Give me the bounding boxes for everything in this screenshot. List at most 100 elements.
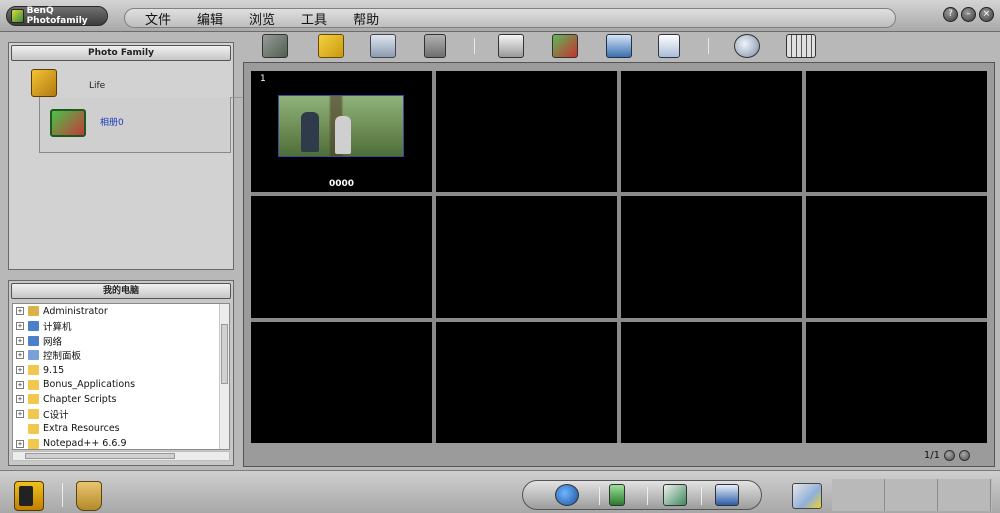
search-magnifier-icon[interactable] [734, 34, 760, 58]
folder-icon [28, 365, 39, 376]
menu-help[interactable]: 帮助 [353, 9, 379, 28]
scrollbar-thumb[interactable] [221, 324, 228, 384]
vertical-scrollbar[interactable] [219, 304, 229, 449]
film-roll-icon[interactable] [14, 481, 44, 511]
expand-icon[interactable]: + [16, 307, 24, 316]
preview-eye-icon[interactable] [606, 34, 632, 58]
album-label: 相册0 [100, 118, 124, 128]
photo-cell[interactable] [806, 196, 987, 318]
tree-item-label: Bonus_Applications [43, 379, 136, 391]
cell-index: 1 [260, 74, 266, 84]
window-controls: ? – × [943, 7, 994, 22]
photo-cell[interactable] [621, 71, 802, 193]
divider [599, 487, 600, 505]
app-title: BenQ Photofamily [26, 6, 88, 26]
photo-cell[interactable] [251, 321, 432, 443]
page-indicator: 1/1 [923, 450, 940, 461]
printer-icon[interactable] [498, 34, 524, 58]
tree-item-label: C设计 [43, 410, 69, 422]
folder-icon [28, 379, 39, 390]
tree-item-label: Notepad++ 6.6.9 [43, 438, 127, 450]
expand-icon [16, 425, 24, 433]
photo-cell[interactable] [806, 71, 987, 193]
folder-icon [28, 423, 39, 434]
calendar-icon[interactable] [715, 484, 739, 506]
menu-browse[interactable]: 浏览 [249, 9, 275, 28]
app-logo: BenQ Photofamily [6, 6, 108, 26]
photo-browser: 1 0000 1/1 [243, 62, 995, 467]
tree-item[interactable]: + Bonus_Applications [13, 377, 229, 392]
tree-item[interactable]: + Chapter Scripts [13, 392, 229, 407]
prev-page-button[interactable] [944, 450, 955, 461]
bottom-panel [832, 479, 992, 511]
photo-cell[interactable] [251, 196, 432, 318]
tree-item-label: Extra Resources [43, 423, 120, 435]
app-icon [11, 9, 24, 23]
horizontal-scrollbar[interactable] [12, 451, 230, 461]
divider [647, 487, 648, 505]
photo-figure [301, 112, 319, 152]
next-page-button[interactable] [959, 450, 970, 461]
folder-tree[interactable]: + Administrator + 计算机 + 网络 + 控制面板 + 9.15… [12, 303, 230, 450]
help-button[interactable]: ? [943, 7, 958, 22]
document-icon[interactable] [658, 34, 680, 58]
tree-item[interactable]: + 网络 [13, 333, 229, 348]
photo-cell[interactable] [436, 71, 617, 193]
album-group-life[interactable]: Life [31, 69, 257, 99]
minimize-button[interactable]: – [961, 7, 976, 22]
photo-stack-icon[interactable] [262, 34, 288, 58]
tree-item[interactable]: + Administrator [13, 304, 229, 319]
photo-cell[interactable] [621, 321, 802, 443]
photo-cell[interactable]: 1 0000 [251, 71, 432, 193]
tree-item-label: 9.15 [43, 364, 65, 376]
photo-thumbnail[interactable] [278, 95, 404, 157]
tree-item[interactable]: + 控制面板 [13, 348, 229, 363]
title-bar: BenQ Photofamily 文件 编辑 浏览 工具 帮助 ? – × [0, 0, 1000, 32]
menu-bar: 文件 编辑 浏览 工具 帮助 [124, 8, 896, 28]
photo-cell[interactable] [621, 196, 802, 318]
computer-panel-header: 我的电脑 [11, 283, 231, 299]
control-panel-icon [28, 350, 39, 361]
tree-item[interactable]: + Notepad++ 6.6.9 [13, 436, 229, 450]
close-button[interactable]: × [979, 7, 994, 22]
photo-cell[interactable] [436, 321, 617, 443]
expand-icon[interactable]: + [16, 336, 24, 345]
expand-icon[interactable]: + [16, 366, 24, 375]
email-photo-icon[interactable] [663, 484, 687, 506]
phone-icon[interactable] [609, 484, 625, 506]
expand-icon[interactable]: + [16, 395, 24, 404]
photo-cell[interactable] [806, 321, 987, 443]
tree-item-label: Administrator [43, 305, 108, 317]
menu-edit[interactable]: 编辑 [197, 9, 223, 28]
photo-cell[interactable] [436, 196, 617, 318]
expand-icon[interactable]: + [16, 410, 24, 419]
film-save-icon[interactable] [424, 34, 446, 58]
tree-item[interactable]: + C设计 [13, 407, 229, 422]
trash-bin-icon[interactable] [76, 481, 102, 511]
user-folder-icon [28, 306, 39, 317]
menu-file[interactable]: 文件 [145, 9, 171, 28]
expand-icon[interactable]: + [16, 351, 24, 360]
expand-icon[interactable]: + [16, 439, 24, 448]
expand-icon[interactable]: + [16, 380, 24, 389]
globe-send-icon[interactable] [555, 484, 579, 506]
photo-export-icon[interactable] [792, 483, 822, 509]
scrollbar-thumb[interactable] [25, 453, 175, 459]
tree-item[interactable]: + 9.15 [13, 363, 229, 378]
computer-icon [28, 321, 39, 332]
image-edit-icon[interactable] [552, 34, 578, 58]
open-folder-icon[interactable] [318, 34, 344, 58]
album-group-label: Life [89, 81, 106, 91]
tree-item[interactable]: + 计算机 [13, 319, 229, 334]
tree-item[interactable]: Extra Resources [13, 422, 229, 437]
album-item[interactable]: 相册0 [39, 97, 231, 153]
photo-album-icon [50, 109, 86, 137]
computer-panel: 我的电脑 + Administrator + 计算机 + 网络 + 控制面板 +… [8, 280, 234, 466]
expand-icon[interactable]: + [16, 322, 24, 331]
menu-tools[interactable]: 工具 [301, 9, 327, 28]
view-layout-icon[interactable] [786, 34, 816, 58]
photo-figure [335, 116, 351, 154]
divider [701, 487, 702, 505]
toolbar-separator [474, 38, 475, 54]
scanner-icon[interactable] [370, 34, 396, 58]
